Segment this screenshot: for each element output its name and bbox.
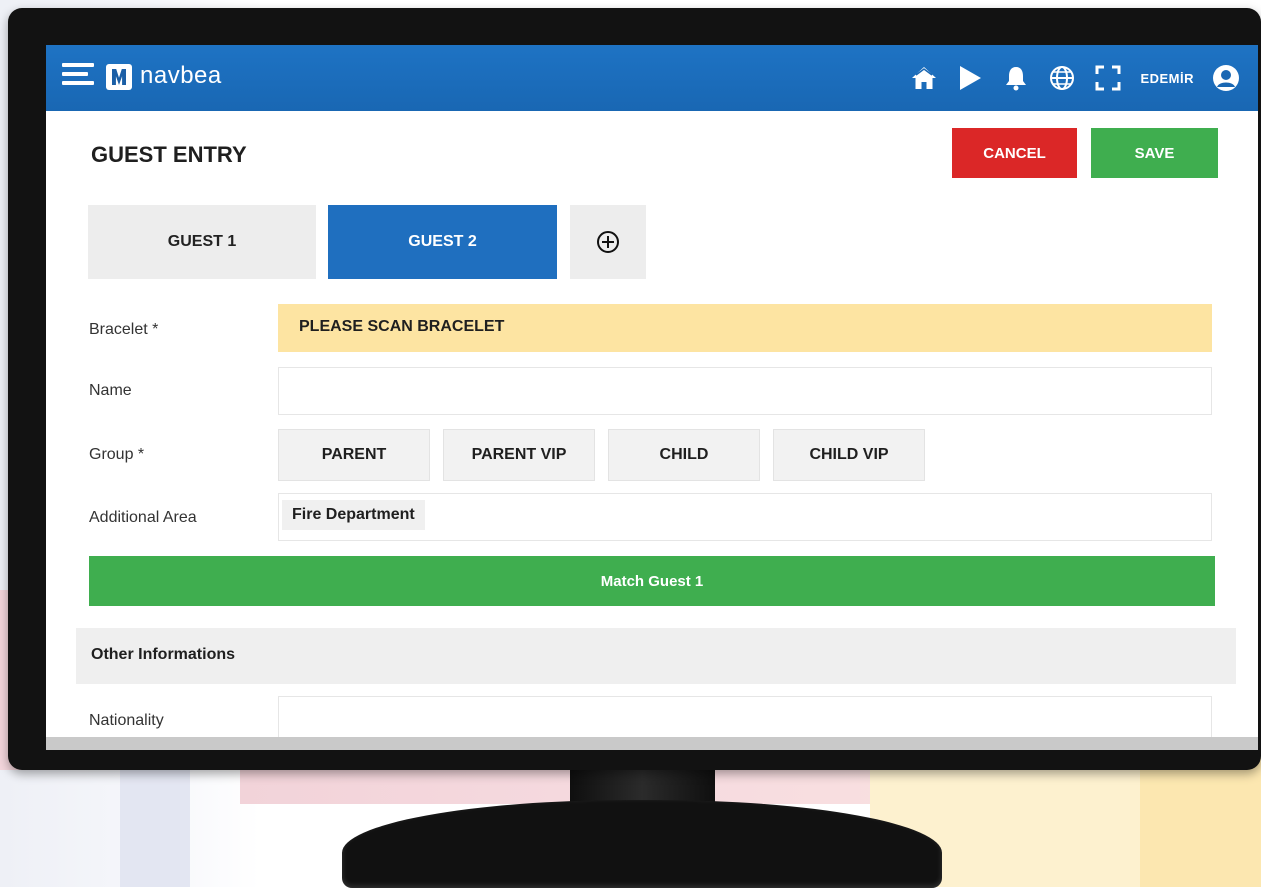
tab-guest-1[interactable]: GUEST 1 xyxy=(88,205,316,279)
group-option-parent-vip[interactable]: PARENT VIP xyxy=(443,429,595,481)
page-title: GUEST ENTRY xyxy=(91,142,247,167)
play-icon[interactable] xyxy=(956,64,984,92)
group-option-child[interactable]: CHILD xyxy=(608,429,760,481)
other-informations-section: Other Informations xyxy=(76,628,1236,684)
bell-icon[interactable] xyxy=(1002,64,1030,92)
name-input[interactable] xyxy=(278,367,1212,415)
top-navigation-bar: navbea EDEMİR xyxy=(46,45,1258,111)
group-option-parent[interactable]: PARENT xyxy=(278,429,430,481)
section-title: Other Informations xyxy=(91,646,236,663)
navbea-logo-icon xyxy=(106,64,132,90)
area-chip-fire-department[interactable]: Fire Department xyxy=(282,500,425,530)
bracelet-label: Bracelet * xyxy=(89,321,159,338)
user-icon[interactable] xyxy=(1212,64,1240,92)
nationality-label: Nationality xyxy=(89,712,164,729)
menu-icon[interactable] xyxy=(62,63,94,93)
nationality-input[interactable] xyxy=(278,696,1212,742)
tab-guest-2[interactable]: GUEST 2 xyxy=(328,205,557,279)
plus-circle-icon xyxy=(597,231,619,253)
globe-icon[interactable] xyxy=(1048,64,1076,92)
additional-area-label: Additional Area xyxy=(89,509,197,526)
add-guest-button[interactable] xyxy=(570,205,646,279)
name-label: Name xyxy=(89,382,132,399)
monitor-screen: navbea EDEMİR GUEST ENTRY CANCEL SAVE GU… xyxy=(46,45,1258,750)
group-option-child-vip[interactable]: CHILD VIP xyxy=(773,429,925,481)
match-guest-button[interactable]: Match Guest 1 xyxy=(89,556,1215,606)
home-icon[interactable] xyxy=(910,64,938,92)
fullscreen-icon[interactable] xyxy=(1094,64,1122,92)
monitor-bezel: navbea EDEMİR GUEST ENTRY CANCEL SAVE GU… xyxy=(8,8,1261,770)
cancel-button[interactable]: CANCEL xyxy=(952,128,1077,178)
background-accent-blue xyxy=(120,760,190,887)
monitor-stand-base xyxy=(342,800,942,888)
app-logo-text: navbea xyxy=(140,62,222,89)
save-button[interactable]: SAVE xyxy=(1091,128,1218,178)
screen-bottom-edge xyxy=(46,737,1258,750)
group-label: Group * xyxy=(89,446,145,463)
topbar-actions: EDEMİR xyxy=(910,59,1240,97)
user-name[interactable]: EDEMİR xyxy=(1140,71,1194,86)
bracelet-field[interactable]: PLEASE SCAN BRACELET xyxy=(278,304,1212,352)
